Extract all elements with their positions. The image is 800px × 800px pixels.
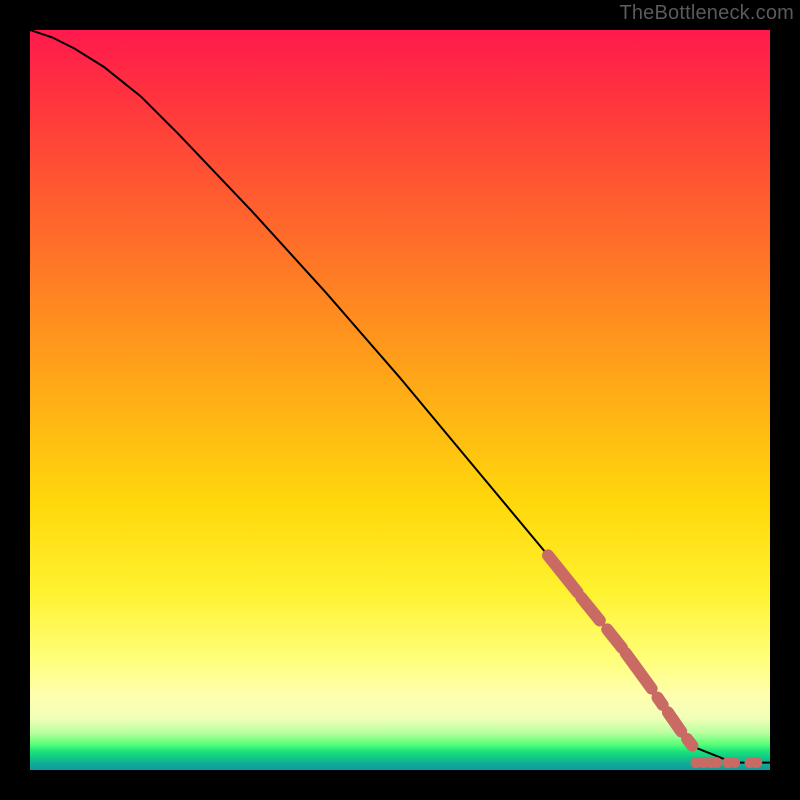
highlight-segment (658, 698, 663, 705)
highlight-segments (548, 555, 692, 745)
chart-overlay-svg (30, 30, 770, 770)
dot (711, 757, 722, 768)
watermark-text: TheBottleneck.com (619, 2, 794, 25)
plot-area (30, 30, 770, 770)
highlight-segment (548, 555, 578, 592)
main-curve (30, 30, 770, 763)
dot (729, 757, 740, 768)
highlight-segment (581, 598, 600, 621)
chart-frame: TheBottleneck.com (0, 0, 800, 800)
dot (751, 757, 762, 768)
highlight-segment (668, 712, 681, 731)
highlight-segment (687, 739, 692, 746)
highlight-segment (626, 653, 652, 689)
highlight-segment (607, 629, 622, 648)
bottom-dots (691, 757, 763, 768)
